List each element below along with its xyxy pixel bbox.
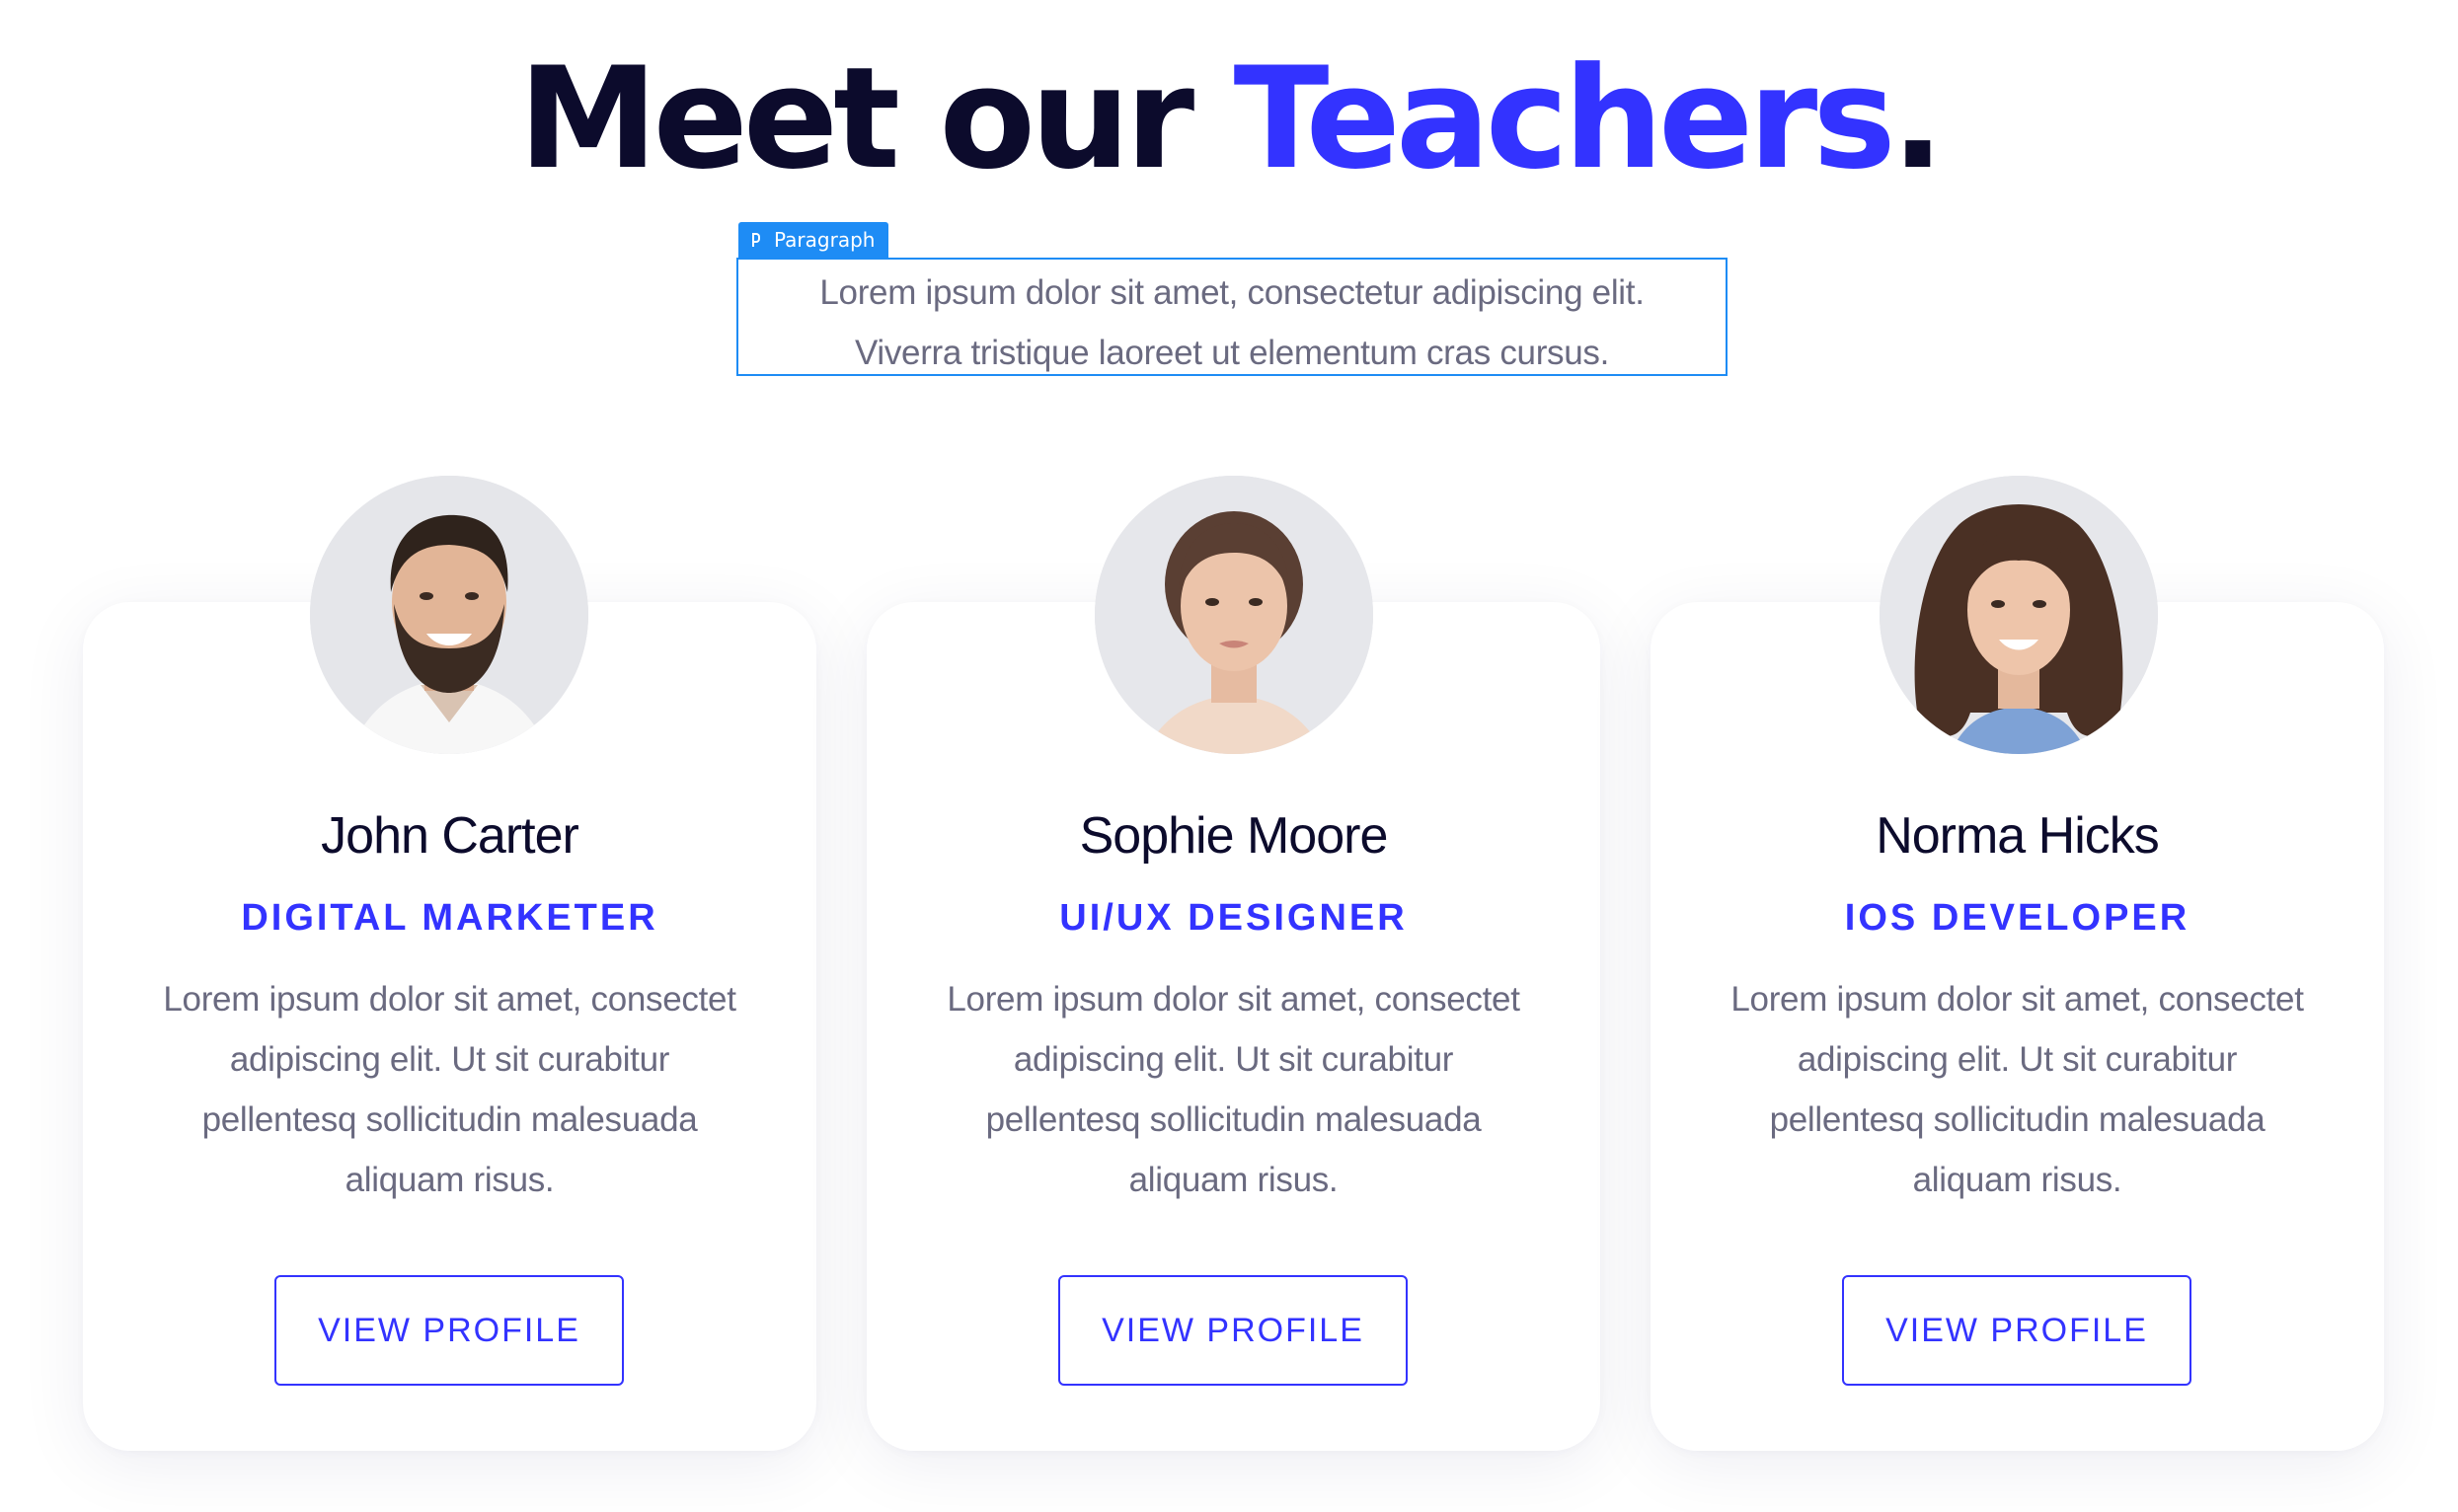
paragraph-element-tag[interactable]: Paragraph — [738, 222, 889, 258]
view-profile-button[interactable]: VIEW PROFILE — [1058, 1275, 1408, 1386]
teacher-role: IOS DEVELOPER — [1844, 897, 2190, 939]
bio-line: aliquam risus. — [1912, 1161, 2122, 1199]
teacher-name: Sophie Moore — [1079, 807, 1389, 865]
intro-line-1: Lorem ipsum dolor sit amet, consectetur … — [819, 273, 1645, 312]
bio-line: pellentesq sollicitudin malesuada — [985, 1100, 1482, 1139]
bio-line: aliquam risus. — [1128, 1161, 1339, 1199]
paragraph-icon — [750, 232, 762, 248]
bio-line: adipiscing elit. Ut sit curabitur — [1013, 1040, 1454, 1079]
bio-line: adipiscing elit. Ut sit curabitur — [1797, 1040, 2238, 1079]
teacher-bio: Lorem ipsum dolor sit amet, consectet ad… — [906, 969, 1561, 1210]
bio-line: Lorem ipsum dolor sit amet, consectet — [1730, 980, 2304, 1019]
bio-line: adipiscing elit. Ut sit curabitur — [229, 1040, 670, 1079]
section-heading: Meet our Teachers. — [0, 36, 2458, 203]
teacher-avatar — [310, 476, 588, 754]
teacher-role: DIGITAL MARKETER — [241, 897, 658, 939]
bio-line: pellentesq sollicitudin malesuada — [201, 1100, 698, 1139]
teacher-role: UI/UX DESIGNER — [1059, 897, 1408, 939]
heading-main: Meet our — [518, 38, 1234, 200]
woman-portrait-photo — [1880, 476, 2158, 754]
teacher-name: Norma Hicks — [1876, 807, 2160, 865]
man-portrait-photo — [310, 476, 588, 754]
teacher-avatar — [1095, 476, 1373, 754]
teacher-bio: Lorem ipsum dolor sit amet, consectet ad… — [1690, 969, 2344, 1210]
intro-paragraph[interactable]: Lorem ipsum dolor sit amet, consectetur … — [736, 263, 1728, 383]
bio-line: Lorem ipsum dolor sit amet, consectet — [947, 980, 1520, 1019]
heading-accent: Teachers — [1233, 38, 1896, 200]
bio-line: aliquam risus. — [345, 1161, 555, 1199]
paragraph-tag-label: Paragraph — [774, 228, 876, 252]
bio-line: Lorem ipsum dolor sit amet, consectet — [163, 980, 736, 1019]
teacher-avatar — [1880, 476, 2158, 754]
view-profile-button[interactable]: VIEW PROFILE — [1842, 1275, 2191, 1386]
view-profile-button[interactable]: VIEW PROFILE — [274, 1275, 624, 1386]
intro-line-2: Viverra tristique laoreet ut elementum c… — [854, 334, 1610, 372]
teacher-name: John Carter — [321, 807, 579, 865]
teacher-bio: Lorem ipsum dolor sit amet, consectet ad… — [122, 969, 777, 1210]
page: Meet our Teachers. Paragraph Lorem ipsum… — [0, 0, 2458, 1512]
heading-period: . — [1890, 38, 1945, 200]
bio-line: pellentesq sollicitudin malesuada — [1769, 1100, 2266, 1139]
woman-portrait-photo — [1095, 476, 1373, 754]
